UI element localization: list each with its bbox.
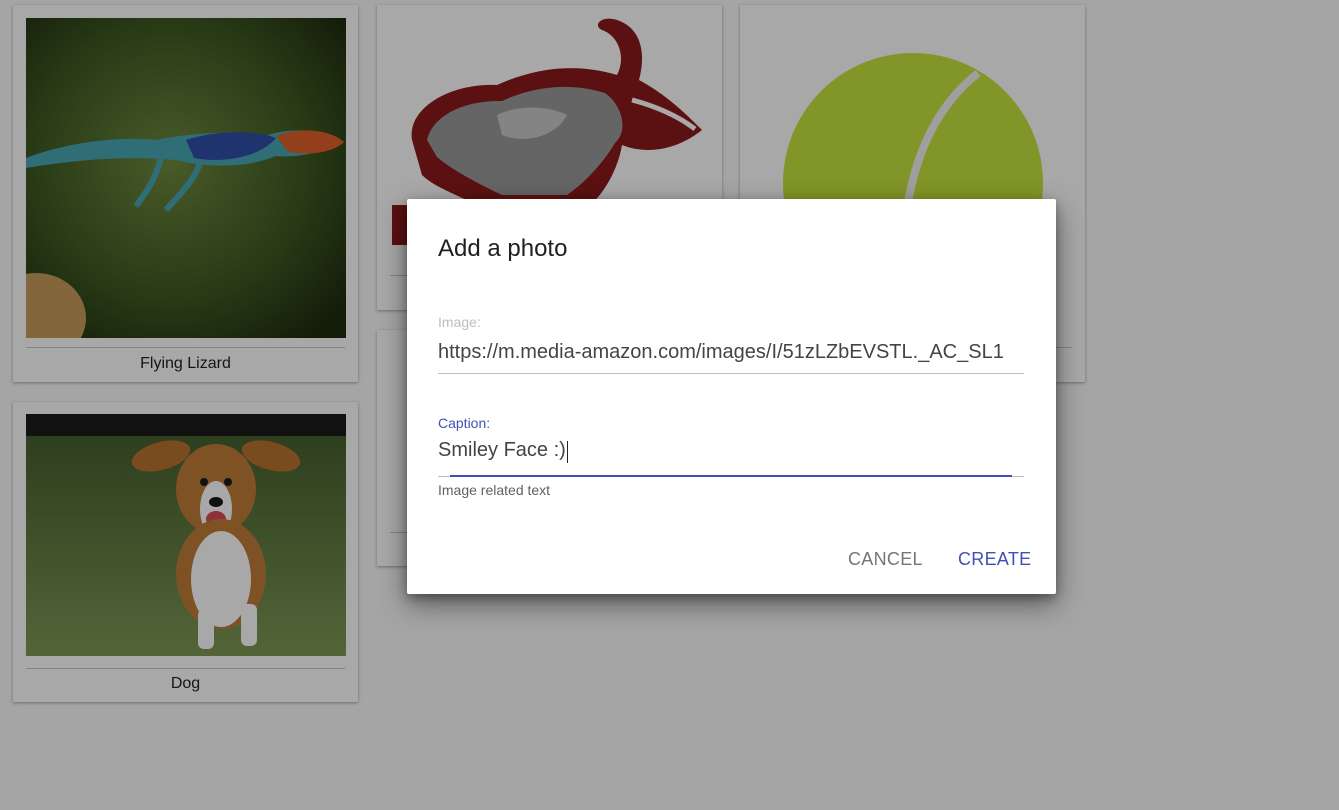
caption-input[interactable]: Smiley Face :)	[438, 439, 566, 461]
cancel-button[interactable]: CANCEL	[848, 549, 923, 570]
caption-field-underline	[438, 475, 1024, 477]
caption-field-label: Caption:	[438, 415, 491, 431]
image-field-underline	[438, 373, 1024, 374]
image-field-label: Image:	[438, 314, 481, 330]
text-cursor	[566, 440, 568, 463]
caption-focus-bar	[450, 475, 1012, 477]
add-photo-dialog: Add a photo Image: Caption: Smiley Face …	[407, 199, 1056, 594]
create-button[interactable]: CREATE	[958, 549, 1031, 570]
caption-field: Caption: Smiley Face :) Image related te…	[438, 415, 1024, 498]
image-url-field: Image:	[438, 314, 1024, 374]
dialog-title: Add a photo	[438, 235, 568, 262]
caption-helper-text: Image related text	[438, 482, 551, 498]
image-url-input[interactable]	[438, 338, 1024, 366]
